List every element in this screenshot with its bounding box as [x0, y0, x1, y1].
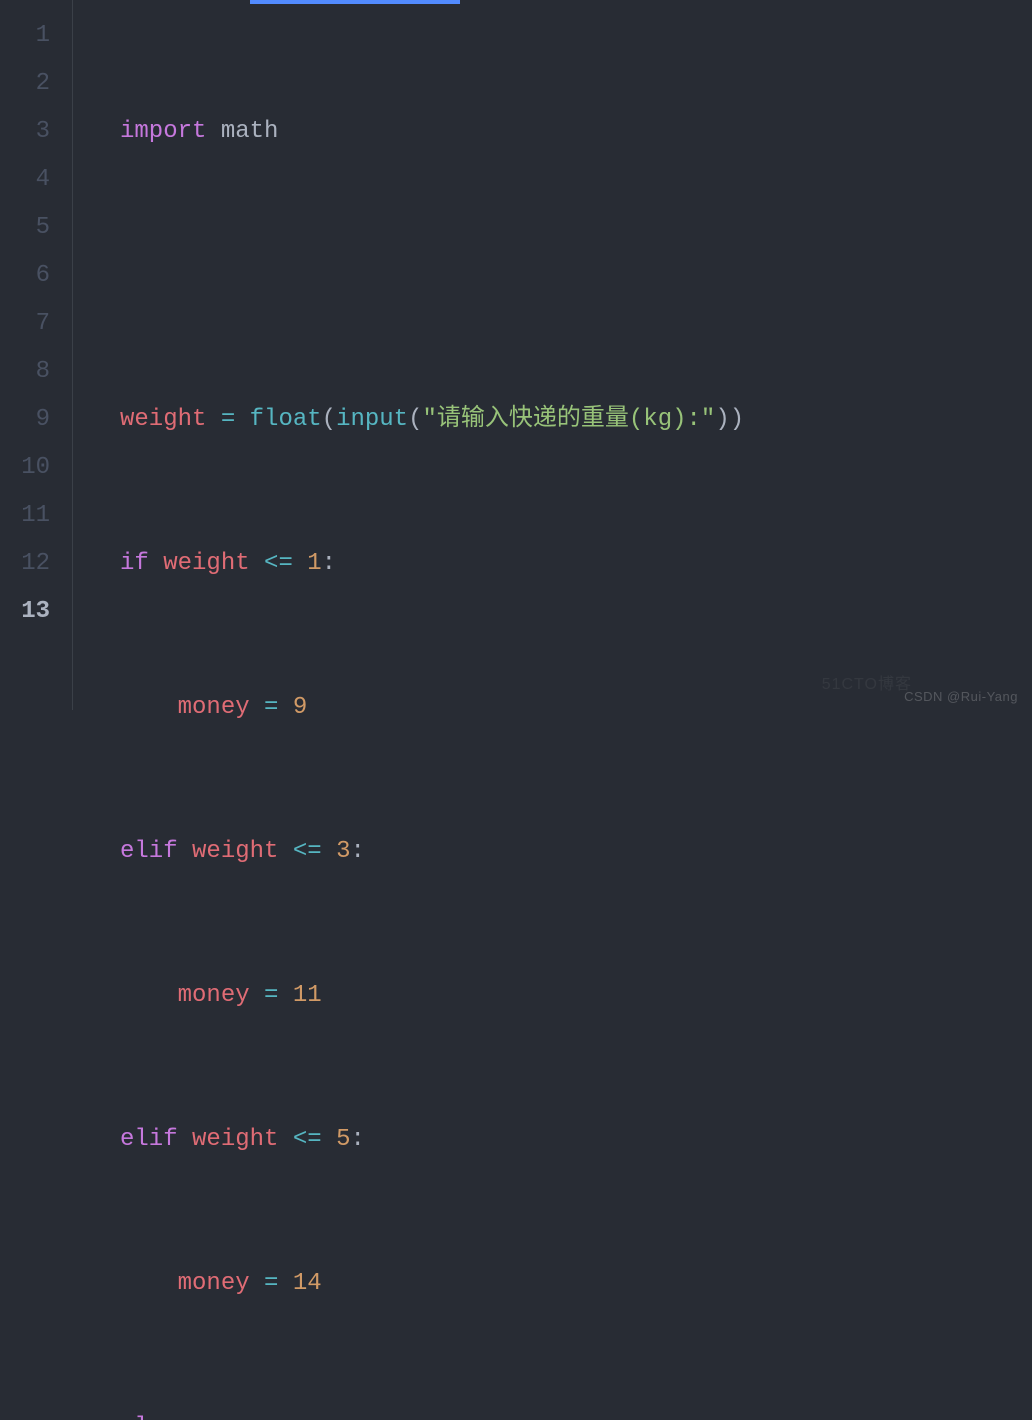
variable: weight [192, 1126, 278, 1153]
operator: <= [264, 550, 293, 577]
line-number: 4 [0, 156, 50, 204]
line-number: 12 [0, 540, 50, 588]
line-number: 8 [0, 348, 50, 396]
variable: money [178, 694, 250, 721]
gutter-border [72, 0, 120, 710]
variable: weight [120, 406, 206, 433]
operator: = [264, 694, 278, 721]
variable: money [178, 1270, 250, 1297]
colon: : [350, 838, 364, 865]
number: 14 [293, 1270, 322, 1297]
number: 3 [336, 838, 350, 865]
code-line[interactable] [120, 252, 1032, 300]
string: "请输入快递的重量(kg):" [422, 406, 715, 433]
colon: : [322, 550, 336, 577]
paren: )) [715, 406, 744, 433]
operator: <= [293, 1126, 322, 1153]
builtin: float [250, 406, 322, 433]
variable: weight [192, 838, 278, 865]
keyword: elif [120, 838, 178, 865]
number: 11 [293, 982, 322, 1009]
paren: ( [408, 406, 422, 433]
line-number-current: 13 [0, 588, 50, 636]
line-number: 9 [0, 396, 50, 444]
code-line[interactable]: if weight <= 1: [120, 540, 1032, 588]
paren: ( [322, 406, 336, 433]
code-line[interactable]: import math [120, 108, 1032, 156]
code-editor[interactable]: 1 2 3 4 5 6 7 8 9 10 11 12 13 import mat… [0, 0, 1032, 710]
keyword: else [120, 1414, 178, 1420]
code-line[interactable]: money = 11 [120, 972, 1032, 1020]
code-line[interactable]: elif weight <= 5: [120, 1116, 1032, 1164]
watermark-text: CSDN @Rui-Yang [904, 689, 1018, 704]
line-number: 3 [0, 108, 50, 156]
keyword: import [120, 118, 206, 145]
operator: = [264, 982, 278, 1009]
watermark-bg: 51CTO博客 [822, 670, 912, 694]
variable: weight [163, 550, 249, 577]
line-number: 7 [0, 300, 50, 348]
code-line[interactable]: money = 14 [120, 1260, 1032, 1308]
line-number-gutter: 1 2 3 4 5 6 7 8 9 10 11 12 13 [0, 0, 72, 710]
line-number: 11 [0, 492, 50, 540]
line-number: 5 [0, 204, 50, 252]
module: math [221, 118, 279, 145]
code-line[interactable]: elif weight <= 3: [120, 828, 1032, 876]
number: 5 [336, 1126, 350, 1153]
keyword: elif [120, 1126, 178, 1153]
operator: = [264, 1270, 278, 1297]
number: 1 [307, 550, 321, 577]
line-number: 10 [0, 444, 50, 492]
line-number: 2 [0, 60, 50, 108]
line-number: 1 [0, 12, 50, 60]
line-number: 6 [0, 252, 50, 300]
operator: = [221, 406, 235, 433]
builtin: input [336, 406, 408, 433]
colon: : [178, 1414, 192, 1420]
code-line[interactable]: else: [120, 1404, 1032, 1420]
variable: money [178, 982, 250, 1009]
code-area[interactable]: import math weight = float(input("请输入快递的… [120, 0, 1032, 710]
number: 9 [293, 694, 307, 721]
colon: : [350, 1126, 364, 1153]
operator: <= [293, 838, 322, 865]
code-line[interactable]: weight = float(input("请输入快递的重量(kg):")) [120, 396, 1032, 444]
keyword: if [120, 550, 149, 577]
